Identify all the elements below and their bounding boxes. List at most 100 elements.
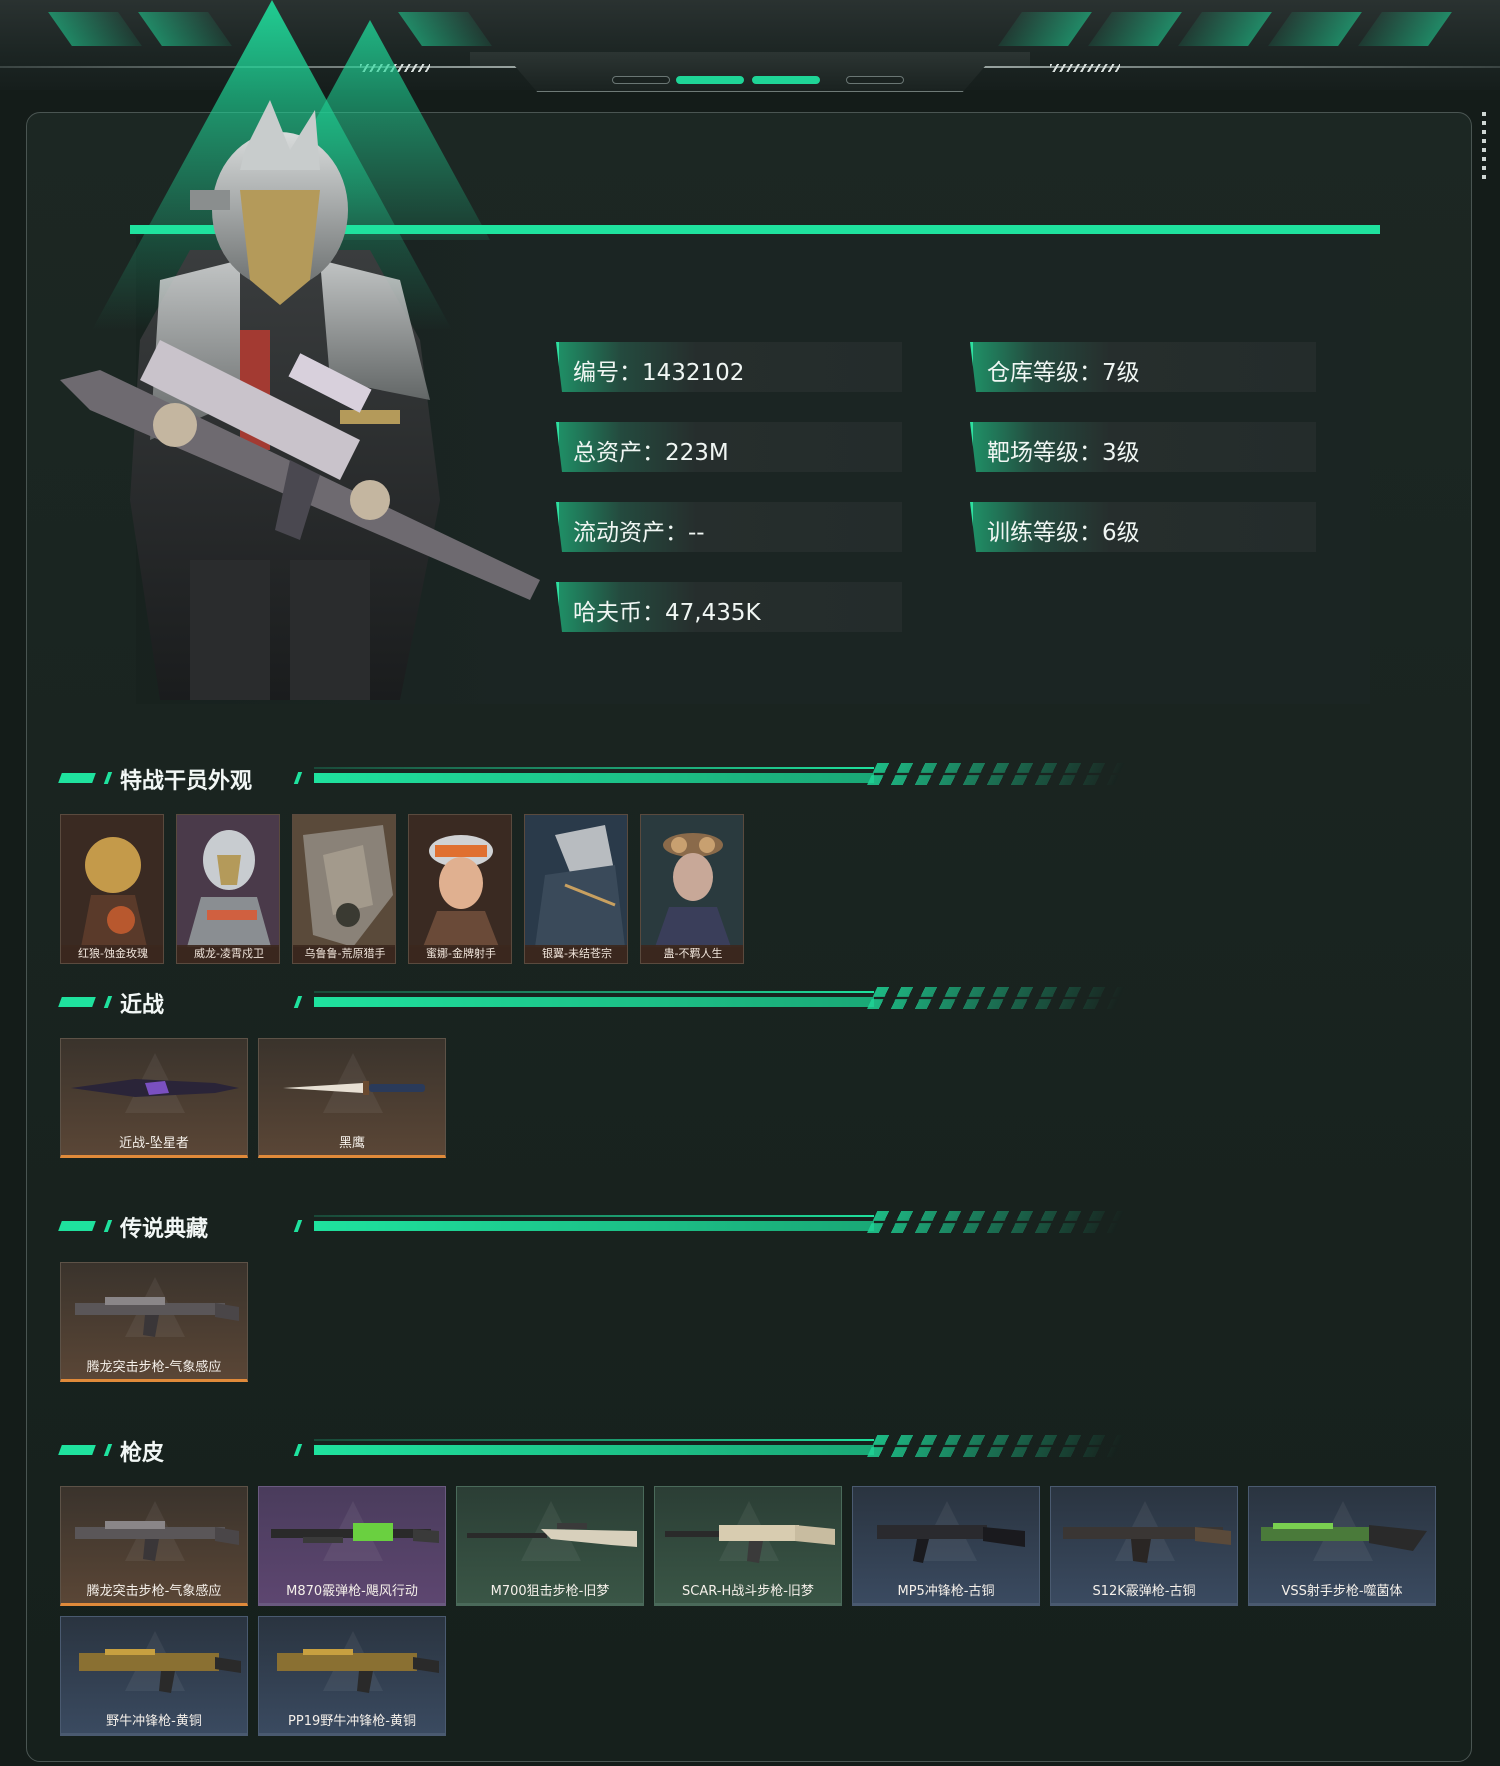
header-pill-active bbox=[676, 76, 744, 84]
skin-card[interactable]: S12K霰弹枪-古铜 bbox=[1050, 1486, 1238, 1606]
item-name: 黑鹰 bbox=[338, 1136, 365, 1151]
operator-name: 红狼-蚀金玫瑰 bbox=[61, 945, 163, 963]
stat-liquid-assets: 流动资产：-- bbox=[556, 502, 902, 552]
operator-art bbox=[641, 815, 743, 947]
section-title: 枪皮 bbox=[120, 1441, 165, 1466]
skin-card[interactable]: PP19野牛冲锋枪-黄铜 bbox=[258, 1616, 446, 1736]
skin-card[interactable]: 野牛冲锋枪-黄铜 bbox=[60, 1616, 248, 1736]
scroll-dots bbox=[1482, 112, 1486, 182]
section-marker bbox=[58, 773, 96, 783]
operator-name: 乌鲁鲁-荒原猎手 bbox=[293, 945, 395, 963]
stat-havoc-coins: 哈夫币：47,435K bbox=[556, 582, 902, 632]
section-marker bbox=[293, 772, 303, 784]
skin-card[interactable]: SCAR-H战斗步枪-旧梦 bbox=[654, 1486, 842, 1606]
section-thin-line bbox=[314, 1439, 874, 1441]
section-title: 特战干员外观 bbox=[120, 769, 253, 794]
smg-icon bbox=[79, 1649, 241, 1693]
operator-name: 蛊-不羁人生 bbox=[641, 945, 743, 963]
smg-icon bbox=[877, 1525, 1025, 1563]
knife-icon bbox=[71, 1079, 239, 1097]
header-stripe bbox=[998, 12, 1092, 46]
header-stripe bbox=[1088, 12, 1182, 46]
skin-card[interactable]: M700狙击步枪-旧梦 bbox=[456, 1486, 644, 1606]
item-name: SCAR-H战斗步枪-旧梦 bbox=[682, 1584, 814, 1599]
section-marker bbox=[293, 996, 303, 1008]
operator-card[interactable]: 威龙-凌霄戍卫 bbox=[176, 814, 280, 964]
stat-warehouse-level: 仓库等级：7级 bbox=[970, 342, 1316, 392]
section-thin-line bbox=[314, 991, 874, 993]
stat-training-level: 训练等级：6级 bbox=[970, 502, 1316, 552]
operator-card[interactable]: 红狼-蚀金玫瑰 bbox=[60, 814, 164, 964]
section-marker bbox=[103, 772, 113, 784]
rifle-icon bbox=[665, 1525, 835, 1563]
section-title: 近战 bbox=[120, 993, 165, 1018]
header-stripe bbox=[1358, 12, 1452, 46]
stat-id: 编号：1432102 bbox=[556, 342, 902, 392]
smg-icon bbox=[277, 1649, 439, 1693]
header-stripe bbox=[398, 12, 492, 46]
section-marker bbox=[103, 1444, 113, 1456]
rifle-icon bbox=[75, 1521, 239, 1561]
operator-art bbox=[293, 815, 395, 947]
stat-total-assets-text: 总资产：223M bbox=[573, 440, 729, 466]
section-bar bbox=[314, 773, 874, 783]
skin-card[interactable]: 腾龙突击步枪-气象感应 bbox=[60, 1486, 248, 1606]
shotgun-icon bbox=[271, 1523, 439, 1543]
header-hatch bbox=[1050, 64, 1120, 72]
operator-art bbox=[177, 815, 279, 947]
shotgun-icon bbox=[1063, 1527, 1231, 1563]
legendary-card[interactable]: 腾龙突击步枪-气象感应 bbox=[60, 1262, 248, 1382]
skin-card[interactable]: MP5冲锋枪-古铜 bbox=[852, 1486, 1040, 1606]
section-marker bbox=[103, 1220, 113, 1232]
operator-art bbox=[61, 815, 163, 947]
operator-art bbox=[409, 815, 511, 947]
item-name: M700狙击步枪-旧梦 bbox=[490, 1584, 610, 1599]
operator-name: 威龙-凌霄戍卫 bbox=[177, 945, 279, 963]
section-header-skins: 枪皮 bbox=[58, 1435, 1060, 1466]
section-bar bbox=[314, 997, 874, 1007]
stat-id-text: 编号：1432102 bbox=[573, 360, 745, 386]
item-name: VSS射手步枪-噬菌体 bbox=[1281, 1584, 1403, 1599]
header-pill bbox=[612, 76, 670, 84]
top-header bbox=[0, 0, 1500, 92]
operator-portrait bbox=[60, 100, 540, 700]
sniper-icon bbox=[467, 1523, 637, 1547]
section-header-melee: 近战 bbox=[58, 987, 1060, 1018]
section-bar bbox=[314, 1221, 874, 1231]
melee-card[interactable]: 近战-坠星者 bbox=[60, 1038, 248, 1158]
section-title: 传说典藏 bbox=[120, 1217, 209, 1242]
section-header-legendary: 传说典藏 bbox=[58, 1211, 1060, 1242]
operator-art bbox=[525, 815, 627, 947]
operator-card[interactable]: 蜜娜-金牌射手 bbox=[408, 814, 512, 964]
skin-card[interactable]: VSS射手步枪-噬菌体 bbox=[1248, 1486, 1436, 1606]
section-marker bbox=[293, 1220, 303, 1232]
operator-card[interactable]: 银翼-未结苍宗 bbox=[524, 814, 628, 964]
marksman-rifle-icon bbox=[1261, 1523, 1427, 1551]
stat-training-level-text: 训练等级：6级 bbox=[987, 520, 1140, 546]
section-thin-line bbox=[314, 1215, 874, 1217]
section-marker bbox=[58, 1445, 96, 1455]
knife-icon bbox=[283, 1081, 425, 1095]
stat-range-level: 靶场等级：3级 bbox=[970, 422, 1316, 472]
stat-range-level-text: 靶场等级：3级 bbox=[987, 440, 1140, 466]
stat-liquid-assets-text: 流动资产：-- bbox=[573, 520, 705, 546]
section-marker bbox=[293, 1444, 303, 1456]
operator-card[interactable]: 乌鲁鲁-荒原猎手 bbox=[292, 814, 396, 964]
section-marker bbox=[58, 997, 96, 1007]
item-name: MP5冲锋枪-古铜 bbox=[897, 1584, 995, 1599]
stat-havoc-coins-text: 哈夫币：47,435K bbox=[573, 600, 761, 626]
item-name: 野牛冲锋枪-黄铜 bbox=[106, 1714, 202, 1729]
operator-card[interactable]: 蛊-不羁人生 bbox=[640, 814, 744, 964]
section-marker bbox=[58, 1221, 96, 1231]
header-stripe bbox=[1268, 12, 1362, 46]
header-pill bbox=[846, 76, 904, 84]
stat-total-assets: 总资产：223M bbox=[556, 422, 902, 472]
melee-card[interactable]: 黑鹰 bbox=[258, 1038, 446, 1158]
operator-name: 银翼-未结苍宗 bbox=[525, 945, 627, 963]
item-name: S12K霰弹枪-古铜 bbox=[1092, 1584, 1196, 1599]
skin-card[interactable]: M870霰弹枪-飓风行动 bbox=[258, 1486, 446, 1606]
header-stripe bbox=[48, 12, 142, 46]
item-name: M870霰弹枪-飓风行动 bbox=[286, 1584, 418, 1599]
section-bar bbox=[314, 1445, 874, 1455]
stat-warehouse-level-text: 仓库等级：7级 bbox=[987, 360, 1140, 386]
